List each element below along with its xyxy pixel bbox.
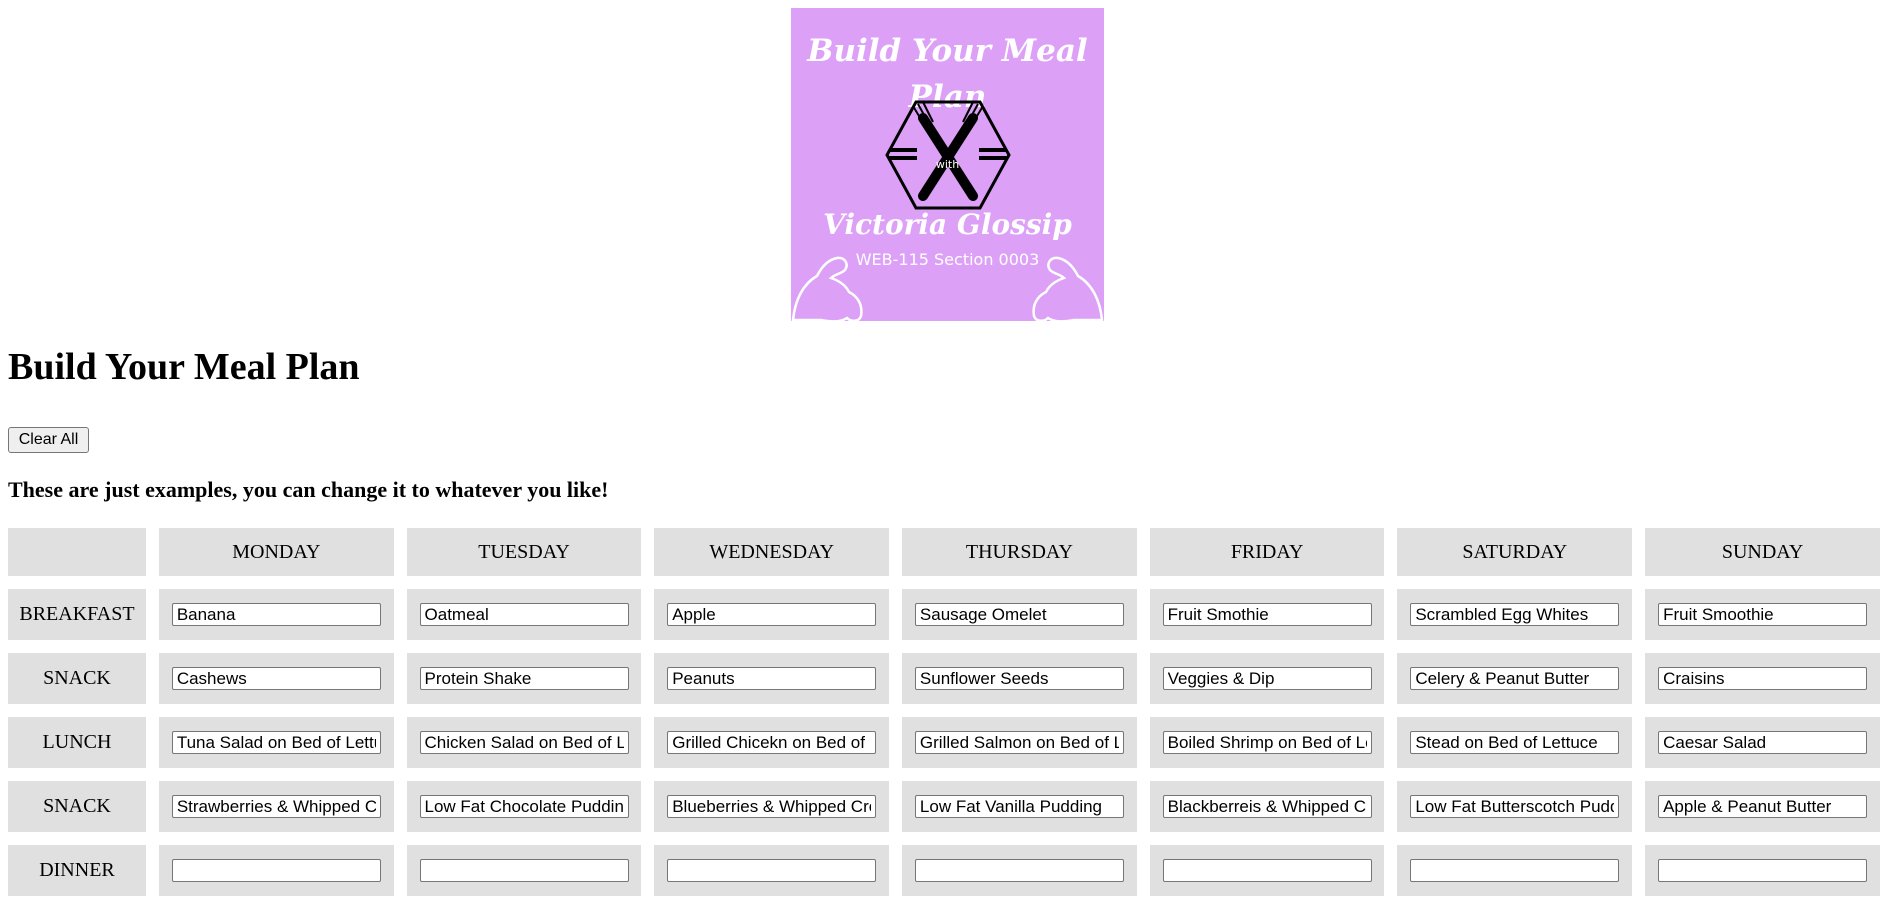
meal-cell bbox=[654, 781, 890, 832]
meal-cell bbox=[406, 589, 642, 640]
meal-cell bbox=[1645, 781, 1880, 832]
meal-input[interactable] bbox=[171, 731, 381, 755]
meal-row: SNACK bbox=[8, 653, 1880, 704]
meal-input[interactable] bbox=[914, 795, 1124, 819]
meal-cell bbox=[1149, 589, 1385, 640]
meal-cell bbox=[902, 589, 1137, 640]
meal-label: DINNER bbox=[8, 845, 146, 896]
meal-cell bbox=[1397, 653, 1633, 704]
meal-input[interactable] bbox=[1162, 795, 1372, 819]
header-logo: Build Your Meal Plan with Victoria Gloss… bbox=[791, 8, 1104, 321]
meal-cell bbox=[1397, 781, 1633, 832]
meal-input[interactable] bbox=[171, 603, 381, 627]
meal-cell bbox=[1645, 589, 1880, 640]
meal-row: LUNCH bbox=[8, 717, 1880, 768]
meal-row: SNACK bbox=[8, 781, 1880, 832]
meal-cell bbox=[1397, 589, 1633, 640]
meal-input[interactable] bbox=[1658, 795, 1868, 819]
meal-input[interactable] bbox=[667, 667, 877, 691]
logo-image: Build Your Meal Plan with Victoria Gloss… bbox=[791, 8, 1104, 321]
meal-input[interactable] bbox=[419, 667, 629, 691]
meal-input[interactable] bbox=[667, 731, 877, 755]
meal-input[interactable] bbox=[1658, 731, 1868, 755]
instructions-note: These are just examples, you can change … bbox=[8, 477, 609, 502]
meal-cell bbox=[902, 653, 1137, 704]
crossed-forks-icon bbox=[885, 100, 1011, 210]
meal-cell bbox=[902, 717, 1137, 768]
day-header: FRIDAY bbox=[1149, 528, 1385, 576]
meal-row: BREAKFAST bbox=[8, 589, 1880, 640]
meal-cell bbox=[158, 589, 394, 640]
meal-cell bbox=[1149, 781, 1385, 832]
meal-input[interactable] bbox=[171, 667, 381, 691]
meal-label: LUNCH bbox=[8, 717, 146, 768]
meal-cell bbox=[1645, 845, 1880, 896]
day-header: SUNDAY bbox=[1645, 528, 1880, 576]
meal-input[interactable] bbox=[1410, 795, 1620, 819]
day-header: TUESDAY bbox=[406, 528, 642, 576]
logo-name: Victoria Glossip bbox=[823, 208, 1072, 241]
meal-cell bbox=[902, 781, 1137, 832]
corner-cell bbox=[8, 528, 146, 576]
meal-input[interactable] bbox=[1410, 603, 1620, 627]
meal-cell bbox=[406, 653, 642, 704]
meal-cell bbox=[654, 717, 890, 768]
meal-input[interactable] bbox=[419, 731, 629, 755]
meal-cell bbox=[1149, 653, 1385, 704]
meal-input[interactable] bbox=[1410, 667, 1620, 691]
meal-input[interactable] bbox=[914, 667, 1124, 691]
flexed-arm-icon bbox=[1032, 256, 1104, 321]
meal-cell bbox=[1149, 717, 1385, 768]
meal-cell bbox=[654, 845, 890, 896]
meal-input[interactable] bbox=[419, 603, 629, 627]
day-header: THURSDAY bbox=[902, 528, 1137, 576]
meal-input[interactable] bbox=[171, 795, 381, 819]
meal-cell bbox=[158, 781, 394, 832]
meal-input[interactable] bbox=[419, 795, 629, 819]
meal-input[interactable] bbox=[1658, 603, 1868, 627]
meal-cell bbox=[406, 717, 642, 768]
meal-cell bbox=[406, 845, 642, 896]
meal-input[interactable] bbox=[1658, 667, 1868, 691]
meal-label: BREAKFAST bbox=[8, 589, 146, 640]
meal-input[interactable] bbox=[914, 603, 1124, 627]
meal-input[interactable] bbox=[667, 603, 877, 627]
meal-cell bbox=[654, 653, 890, 704]
meal-cell bbox=[158, 845, 394, 896]
meal-plan-table: MONDAY TUESDAY WEDNESDAY THURSDAY FRIDAY… bbox=[0, 515, 1893, 909]
meal-cell bbox=[158, 717, 394, 768]
meal-cell bbox=[1149, 845, 1385, 896]
meal-cell bbox=[654, 589, 890, 640]
meal-cell bbox=[406, 781, 642, 832]
meal-row: DINNER bbox=[8, 845, 1880, 896]
day-header-row: MONDAY TUESDAY WEDNESDAY THURSDAY FRIDAY… bbox=[8, 528, 1880, 576]
day-header: MONDAY bbox=[158, 528, 394, 576]
page-title: Build Your Meal Plan bbox=[8, 346, 360, 388]
meal-input[interactable] bbox=[667, 795, 877, 819]
meal-cell bbox=[1397, 845, 1633, 896]
day-header: WEDNESDAY bbox=[654, 528, 890, 576]
logo-with: with bbox=[935, 158, 960, 171]
meal-label: SNACK bbox=[8, 653, 146, 704]
meal-input[interactable] bbox=[914, 731, 1124, 755]
meal-cell bbox=[902, 845, 1137, 896]
meal-input[interactable] bbox=[1162, 731, 1372, 755]
meal-input[interactable] bbox=[1162, 603, 1372, 627]
meal-cell bbox=[1645, 653, 1880, 704]
meal-input[interactable] bbox=[1162, 667, 1372, 691]
day-header: SATURDAY bbox=[1397, 528, 1633, 576]
meal-cell bbox=[1645, 717, 1880, 768]
flexed-arm-icon bbox=[791, 256, 863, 321]
meal-label: SNACK bbox=[8, 781, 146, 832]
clear-all-button[interactable]: Clear All bbox=[8, 427, 89, 453]
meal-cell bbox=[158, 653, 394, 704]
meal-cell bbox=[1397, 717, 1633, 768]
meal-input[interactable] bbox=[1410, 731, 1620, 755]
